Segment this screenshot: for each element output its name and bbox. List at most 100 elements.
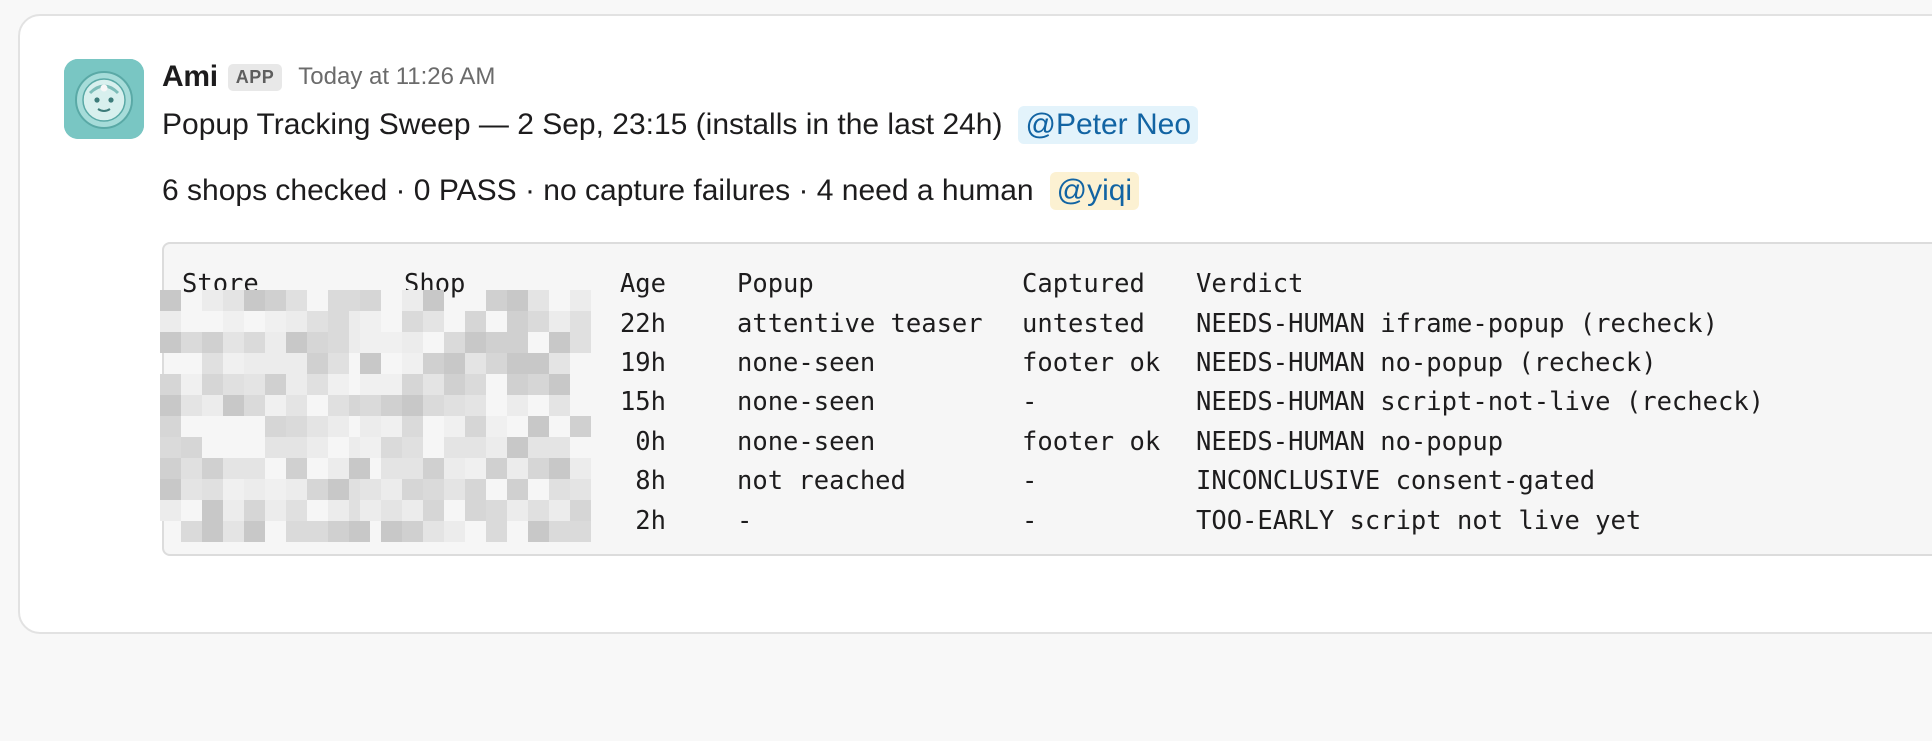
redaction-pixel [465, 416, 486, 437]
redaction-pixel [570, 479, 591, 500]
redaction-pixel [444, 374, 465, 395]
redaction-pixel [286, 311, 307, 332]
redaction-pixel [349, 479, 370, 500]
header-age: Age [619, 269, 666, 299]
redaction-pixel [423, 521, 444, 542]
redaction-pixel [402, 395, 423, 416]
redaction-pixel [465, 437, 486, 458]
redaction-pixel [223, 395, 244, 416]
redaction-pixel [265, 416, 286, 437]
row-verdict: NEEDS-HUMAN no-popup [1196, 427, 1504, 457]
redaction-pixel [549, 521, 570, 542]
redaction-pixel [307, 332, 328, 353]
redaction-pixel [244, 521, 265, 542]
redaction-pixel [444, 521, 465, 542]
header-store: Store [182, 269, 259, 299]
app-badge: APP [227, 63, 283, 91]
redaction-pixel [307, 437, 328, 458]
redaction-pixel [549, 353, 570, 374]
redaction-pixel [528, 290, 549, 311]
redaction-pixel [381, 416, 402, 437]
redaction-pixel [223, 374, 244, 395]
row-captured: footer ok [1022, 427, 1161, 457]
sender-name[interactable]: Ami [162, 60, 218, 94]
redaction-pixel [360, 374, 381, 395]
redaction-pixel [486, 521, 507, 542]
redaction-pixel [528, 311, 549, 332]
row-verdict: NEEDS-HUMAN iframe-popup (recheck) [1196, 309, 1718, 339]
redaction-pixel [570, 290, 591, 311]
redaction-pixel [349, 332, 370, 353]
redaction-pixel [402, 521, 423, 542]
redaction-pixel [349, 521, 370, 542]
table-header-row: Store Shop Age Popup Captured Verdict [164, 264, 1303, 304]
redaction-pixel [286, 353, 307, 374]
redaction-pixel [223, 353, 244, 374]
redaction-pixel [423, 374, 444, 395]
redaction-pixel [244, 500, 265, 521]
redaction-pixel [328, 311, 349, 332]
redaction-pixel [244, 374, 265, 395]
row-age: 2h [635, 506, 666, 536]
redaction-pixel [286, 395, 307, 416]
redaction-pixel [381, 479, 402, 500]
redaction-pixel [528, 437, 549, 458]
row-captured: - [1022, 387, 1038, 417]
redaction-pixel [265, 374, 286, 395]
row-popup: attentive teaser [737, 309, 983, 339]
redaction-pixel [265, 500, 286, 521]
redaction-pixel [570, 521, 591, 542]
redaction-pixel [465, 458, 486, 479]
redaction-pixel [444, 437, 465, 458]
message-timestamp[interactable]: Today at 11:26 AM [298, 63, 495, 91]
header-popup: Popup [737, 269, 814, 299]
redaction-pixel [444, 395, 465, 416]
row-captured: footer ok [1022, 348, 1161, 378]
redaction-pixel [307, 374, 328, 395]
redaction-pixel [507, 290, 528, 311]
redaction-pixel [265, 332, 286, 353]
redaction-pixel [286, 290, 307, 311]
mention-yiqi[interactable]: @yiqi [1049, 172, 1140, 210]
redaction-pixel [528, 521, 549, 542]
redaction-pixel [486, 437, 507, 458]
redaction-pixel [328, 521, 349, 542]
redaction-pixel [223, 458, 244, 479]
redaction-pixel [328, 500, 349, 521]
redaction-pixel [570, 500, 591, 521]
redaction-pixel [402, 353, 423, 374]
message-line-1: Popup Tracking Sweep — 2 Sep, 23:15 (ins… [162, 100, 1199, 150]
table-row: 2h - - TOO-EARLY script not live yet [164, 501, 1641, 541]
redaction-pixel [328, 374, 349, 395]
row-age: 19h [619, 348, 666, 378]
redaction-pixel [328, 458, 349, 479]
redaction-pixel [549, 311, 570, 332]
redaction-pixel [528, 458, 549, 479]
row-verdict: NEEDS-HUMAN script-not-live (recheck) [1196, 387, 1765, 417]
robot-avatar-icon[interactable] [64, 59, 144, 139]
mention-peter-neo[interactable]: @Peter Neo [1018, 106, 1199, 144]
sweep-summary-text: 6 shops checked · 0 PASS · no capture fa… [162, 174, 1034, 207]
redaction-pixel [549, 458, 570, 479]
redaction-pixel [349, 437, 370, 458]
header-captured: Captured [1022, 269, 1145, 299]
redaction-pixel [402, 437, 423, 458]
redaction-pixel [360, 332, 381, 353]
redaction-pixel [265, 353, 286, 374]
redaction-pixel [286, 332, 307, 353]
redaction-pixel [570, 458, 591, 479]
redaction-pixel [549, 332, 570, 353]
redaction-pixel [486, 500, 507, 521]
redaction-pixel [423, 500, 444, 521]
redaction-pixel [223, 479, 244, 500]
redaction-pixel [423, 479, 444, 500]
redaction-pixel [223, 332, 244, 353]
message-line-2: 6 shops checked · 0 PASS · no capture fa… [162, 166, 1140, 216]
redaction-pixel [549, 479, 570, 500]
table-row: 0h none-seen footer ok NEEDS-HUMAN no-po… [164, 422, 1503, 462]
row-popup: none-seen [737, 348, 876, 378]
redaction-pixel [244, 395, 265, 416]
redaction-pixel [349, 458, 370, 479]
redaction-pixel [328, 395, 349, 416]
redaction-pixel [265, 311, 286, 332]
